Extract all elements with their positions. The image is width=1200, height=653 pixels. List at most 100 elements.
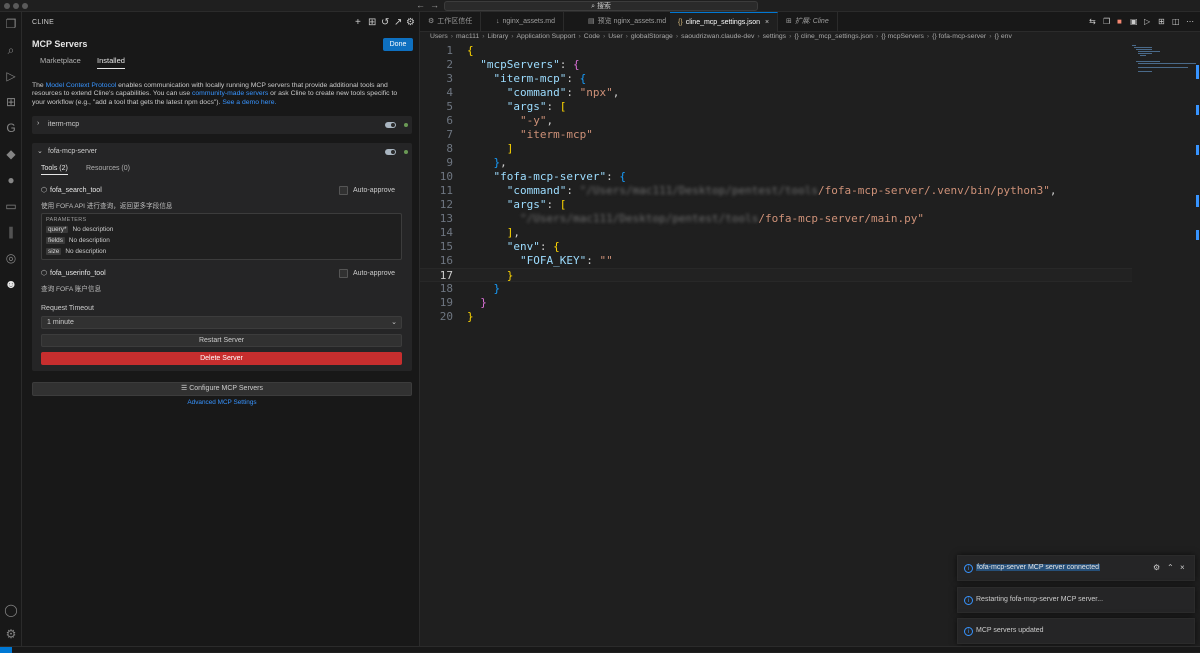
code-line[interactable]: 10 "fofa-mcp-server": { — [420, 170, 1132, 184]
tool-icon: ⬡ — [41, 187, 48, 194]
breadcrumb-item[interactable]: {} mcpServers — [881, 33, 924, 40]
mcp-servers-icon[interactable]: ⊞ — [368, 17, 376, 28]
panel-icon[interactable]: ∥ — [3, 224, 19, 240]
chevron-right-icon[interactable]: › — [37, 120, 39, 127]
breadcrumb-item[interactable]: User — [608, 33, 622, 40]
breadcrumb-item[interactable]: Users — [430, 33, 448, 40]
copy-icon[interactable]: ❐ — [1103, 17, 1110, 26]
gear-icon[interactable]: ⚙ — [1153, 563, 1160, 572]
chevron-up-icon[interactable]: ⌃ — [1167, 563, 1174, 572]
code-line[interactable]: 16 "FOFA_KEY": "" — [420, 254, 1132, 268]
tab-resources[interactable]: Resources (0) — [86, 165, 130, 172]
minimap[interactable] — [1132, 45, 1196, 75]
advanced-mcp-settings-link[interactable]: Advanced MCP Settings — [32, 399, 412, 406]
new-task-icon[interactable]: + — [355, 17, 361, 28]
breadcrumb-item[interactable]: {} cline_mcp_settings.json — [794, 33, 873, 40]
code-line[interactable]: 18 } — [420, 282, 1132, 296]
auto-approve-checkbox[interactable] — [339, 186, 348, 195]
github-icon[interactable]: ● — [3, 172, 19, 188]
breadcrumb-item[interactable]: Library — [487, 33, 508, 40]
server-enable-toggle[interactable] — [385, 149, 396, 155]
code-line[interactable]: 15 "env": { — [420, 240, 1132, 254]
forward-arrow-icon[interactable]: → — [430, 0, 439, 10]
code-punct — [467, 86, 507, 99]
tab-workspace-trust[interactable]: ⚙ 工作区信任 — [420, 12, 482, 32]
split-editor-icon[interactable]: ◫ — [1172, 17, 1180, 26]
stop-icon[interactable]: ■ — [1117, 17, 1122, 26]
delete-server-button[interactable]: Delete Server — [41, 352, 402, 365]
tab-marketplace[interactable]: Marketplace — [40, 56, 81, 65]
tab-cline-mcp-settings[interactable]: {} cline_mcp_settings.json × — [670, 12, 779, 32]
breadcrumb-item[interactable]: {} fofa-mcp-server — [932, 33, 986, 40]
code-line[interactable]: 6 "-y", — [420, 114, 1132, 128]
remote-icon[interactable]: ◎ — [3, 250, 19, 266]
close-window-icon[interactable] — [4, 3, 10, 9]
tab-preview-nginx-assets[interactable]: ▤ 预览 nginx_assets.md — [580, 12, 676, 32]
mcp-protocol-link[interactable]: Model Context Protocol — [46, 82, 117, 89]
account-icon[interactable]: ◯ — [3, 602, 19, 618]
server-header[interactable]: › iterm-mcp — [32, 116, 412, 134]
code-line[interactable]: 20} — [420, 310, 1132, 324]
docker-icon[interactable]: ◆ — [3, 146, 19, 162]
code-line[interactable]: 19 } — [420, 296, 1132, 310]
new-file-icon[interactable]: ⊞ — [1158, 17, 1165, 26]
code-line[interactable]: 4 "command": "npx", — [420, 86, 1132, 100]
code-line[interactable]: 11 "command": "/Users/mac111/Desktop/pen… — [420, 184, 1132, 198]
code-line[interactable]: 1{ — [420, 44, 1132, 58]
code-line[interactable]: 13 "/Users/mac111/Desktop/pentest/tools/… — [420, 212, 1132, 226]
demo-link[interactable]: See a demo here. — [222, 99, 276, 106]
breadcrumb-item[interactable]: Code — [584, 33, 600, 40]
done-button[interactable]: Done — [383, 38, 413, 51]
popout-icon[interactable]: ↗ — [394, 17, 402, 28]
run-icon[interactable]: ▷ — [1144, 17, 1150, 26]
code-line[interactable]: 17 } — [420, 268, 1132, 282]
explorer-icon[interactable]: ❐ — [3, 16, 19, 32]
run-debug-icon[interactable]: ▷ — [3, 68, 19, 84]
code-line[interactable]: 12 "args": [ — [420, 198, 1132, 212]
code-line[interactable]: 3 "iterm-mcp": { — [420, 72, 1132, 86]
auto-approve-checkbox[interactable] — [339, 269, 348, 278]
community-servers-link[interactable]: community-made servers — [192, 90, 268, 97]
more-actions-icon[interactable]: ⋯ — [1186, 17, 1194, 26]
restart-server-button[interactable]: Restart Server — [41, 334, 402, 347]
request-timeout-select[interactable]: 1 minute ⌄ — [41, 316, 402, 329]
breadcrumb-item[interactable]: globalStorage — [631, 33, 673, 40]
minimize-window-icon[interactable] — [13, 3, 19, 9]
configure-mcp-servers-button[interactable]: ☰ Configure MCP Servers — [32, 382, 412, 396]
code-line[interactable]: 14 ], — [420, 226, 1132, 240]
close-icon[interactable]: × — [1180, 563, 1185, 572]
code-punct: [ — [559, 198, 567, 211]
cline-robot-icon[interactable]: ☻ — [3, 276, 19, 292]
search-icon[interactable]: ⌕ — [3, 42, 19, 58]
extensions-icon[interactable]: ⊞ — [3, 94, 19, 110]
tab-tools[interactable]: Tools (2) — [41, 165, 68, 175]
tab-extension-cline[interactable]: ⊞ 扩展: Cline — [778, 12, 838, 32]
code-line[interactable]: 7 "iterm-mcp" — [420, 128, 1132, 142]
code-line[interactable]: 9 }, — [420, 156, 1132, 170]
server-enable-toggle[interactable] — [385, 122, 396, 128]
breadcrumb-item[interactable]: settings — [763, 33, 786, 40]
code-line[interactable]: 5 "args": [ — [420, 100, 1132, 114]
gitlens-icon[interactable]: G — [3, 120, 19, 136]
chevron-down-icon[interactable]: ⌄ — [37, 147, 43, 155]
command-center-search[interactable]: ⌕ 搜索 — [444, 1, 758, 11]
terminal-icon[interactable]: ▭ — [3, 198, 19, 214]
code-line[interactable]: 2 "mcpServers": { — [420, 58, 1132, 72]
back-arrow-icon[interactable]: ← — [416, 0, 425, 10]
compare-icon[interactable]: ⇆ — [1089, 17, 1096, 26]
history-icon[interactable]: ↺ — [381, 17, 389, 28]
breadcrumb-item[interactable]: mac111 — [456, 33, 479, 40]
manage-gear-icon[interactable]: ⚙ — [3, 626, 19, 642]
tab-nginx-assets[interactable]: ↓ nginx_assets.md — [488, 12, 565, 32]
settings-gear-icon[interactable]: ⚙ — [406, 17, 415, 28]
close-icon[interactable]: × — [765, 19, 769, 26]
tab-installed[interactable]: Installed — [97, 56, 125, 69]
maximize-window-icon[interactable] — [22, 3, 28, 9]
code-line[interactable]: 8 ] — [420, 142, 1132, 156]
remote-indicator[interactable] — [0, 647, 12, 653]
breadcrumb-item[interactable]: Application Support — [517, 33, 576, 40]
breadcrumb-item[interactable]: saoudrizwan.claude-dev — [681, 33, 754, 40]
server-header[interactable]: ⌄ fofa-mcp-server — [32, 143, 412, 161]
breadcrumb-item[interactable]: {} env — [994, 33, 1011, 40]
open-preview-icon[interactable]: ▣ — [1130, 17, 1138, 26]
